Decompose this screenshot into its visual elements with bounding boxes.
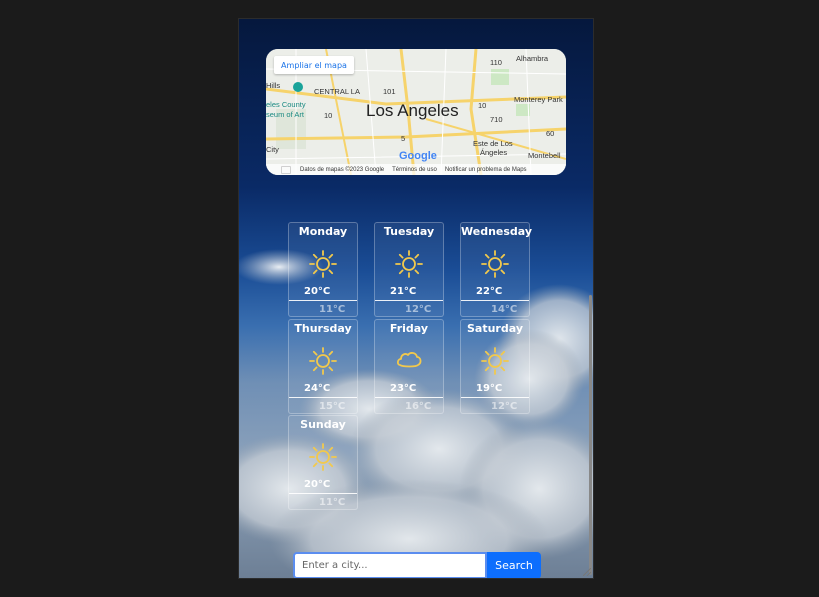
- forecast-low: 11°C: [319, 304, 346, 315]
- forecast-card-thursday: Thursday 24°C 15°C: [288, 319, 358, 414]
- city-search-input[interactable]: [293, 552, 487, 578]
- forecast-divider: [289, 397, 357, 398]
- enlarge-map-button[interactable]: Ampliar el mapa: [274, 56, 354, 74]
- forecast-high: 23°C: [390, 383, 417, 394]
- forecast-day: Saturday: [467, 322, 523, 335]
- map-route-10a: 10: [478, 101, 487, 110]
- map-label-hills: Hills: [266, 81, 281, 90]
- sun-icon: [480, 249, 510, 279]
- forecast-day: Tuesday: [383, 225, 435, 238]
- forecast-card-friday: Friday 23°C 16°C: [374, 319, 444, 414]
- map-label-monterey-park: Monterey Park: [514, 95, 563, 104]
- sun-icon: [308, 249, 338, 279]
- forecast-divider: [289, 493, 357, 494]
- forecast-day: Sunday: [300, 418, 346, 431]
- forecast-high: 24°C: [304, 383, 331, 394]
- google-logo-text: Google: [399, 150, 437, 162]
- forecast-card-monday: Monday 20°C 11°C: [288, 222, 358, 317]
- forecast-divider: [461, 397, 529, 398]
- map-route-101: 101: [383, 87, 396, 96]
- map-label-este-1: Este de Los: [473, 139, 513, 148]
- map-label-este-2: Ángeles: [480, 148, 508, 157]
- map-report-link[interactable]: Notificar un problema de Maps: [445, 167, 527, 173]
- forecast-high: 20°C: [304, 286, 331, 297]
- map-label-central-la: CENTRAL LA: [314, 87, 360, 96]
- forecast-divider: [289, 300, 357, 301]
- map-label-montebello: Montebell: [528, 151, 561, 160]
- google-logo: Google: [399, 150, 437, 162]
- map-label-museum-2: seum of Art: [266, 110, 304, 119]
- map-label-city: City: [266, 145, 279, 154]
- forecast-card-sunday: Sunday 20°C 11°C: [288, 415, 358, 510]
- forecast-low: 15°C: [319, 401, 346, 412]
- map-terms-link[interactable]: Términos de uso: [392, 167, 437, 173]
- sun-icon: [394, 249, 424, 279]
- forecast-day: Friday: [389, 322, 429, 335]
- sun-icon: [480, 346, 510, 376]
- map-data-credit: Datos de mapas ©2023 Google: [300, 166, 385, 173]
- forecast-low: 16°C: [405, 401, 432, 412]
- resize-handle-icon[interactable]: [583, 568, 591, 576]
- forecast-day: Wednesday: [461, 225, 533, 238]
- forecast-high: 22°C: [476, 286, 503, 297]
- map-city-label: Los Angeles: [366, 101, 459, 120]
- forecast-high: 20°C: [304, 479, 331, 490]
- forecast-divider: [461, 300, 529, 301]
- map-route-710: 710: [490, 115, 503, 124]
- forecast-low: 11°C: [319, 497, 346, 508]
- sun-icon: [308, 442, 338, 472]
- map-route-110: 110: [490, 58, 502, 67]
- forecast-low: 12°C: [405, 304, 432, 315]
- cloud-icon: [394, 346, 424, 376]
- forecast-day: Thursday: [294, 322, 352, 335]
- weather-app: Ampliar el mapa Los Angeles Alhambra CEN…: [238, 18, 594, 579]
- search-bar: Search: [293, 552, 541, 578]
- forecast-high: 21°C: [390, 286, 417, 297]
- forecast-card-wednesday: Wednesday 22°C 14°C: [460, 222, 533, 317]
- map-embed[interactable]: Ampliar el mapa Los Angeles Alhambra CEN…: [266, 49, 566, 175]
- map-label-alhambra: Alhambra: [516, 54, 549, 63]
- forecast-divider: [375, 397, 443, 398]
- forecast-card-saturday: Saturday 19°C 12°C: [460, 319, 530, 414]
- map-route-5: 5: [401, 134, 406, 143]
- search-button[interactable]: Search: [487, 552, 541, 578]
- forecast-low: 14°C: [491, 304, 518, 315]
- forecast-low: 12°C: [491, 401, 518, 412]
- map-footer: Datos de mapas ©2023 Google Términos de …: [266, 164, 566, 175]
- map-route-10b: 10: [324, 111, 333, 120]
- scrollbar[interactable]: [589, 295, 592, 575]
- forecast-high: 19°C: [476, 383, 503, 394]
- map-label-museum-1: eles County: [266, 100, 306, 109]
- forecast-day: Monday: [298, 225, 348, 238]
- map-route-60: 60: [546, 129, 555, 138]
- sun-icon: [308, 346, 338, 376]
- forecast-divider: [375, 300, 443, 301]
- forecast-card-tuesday: Tuesday 21°C 12°C: [374, 222, 444, 317]
